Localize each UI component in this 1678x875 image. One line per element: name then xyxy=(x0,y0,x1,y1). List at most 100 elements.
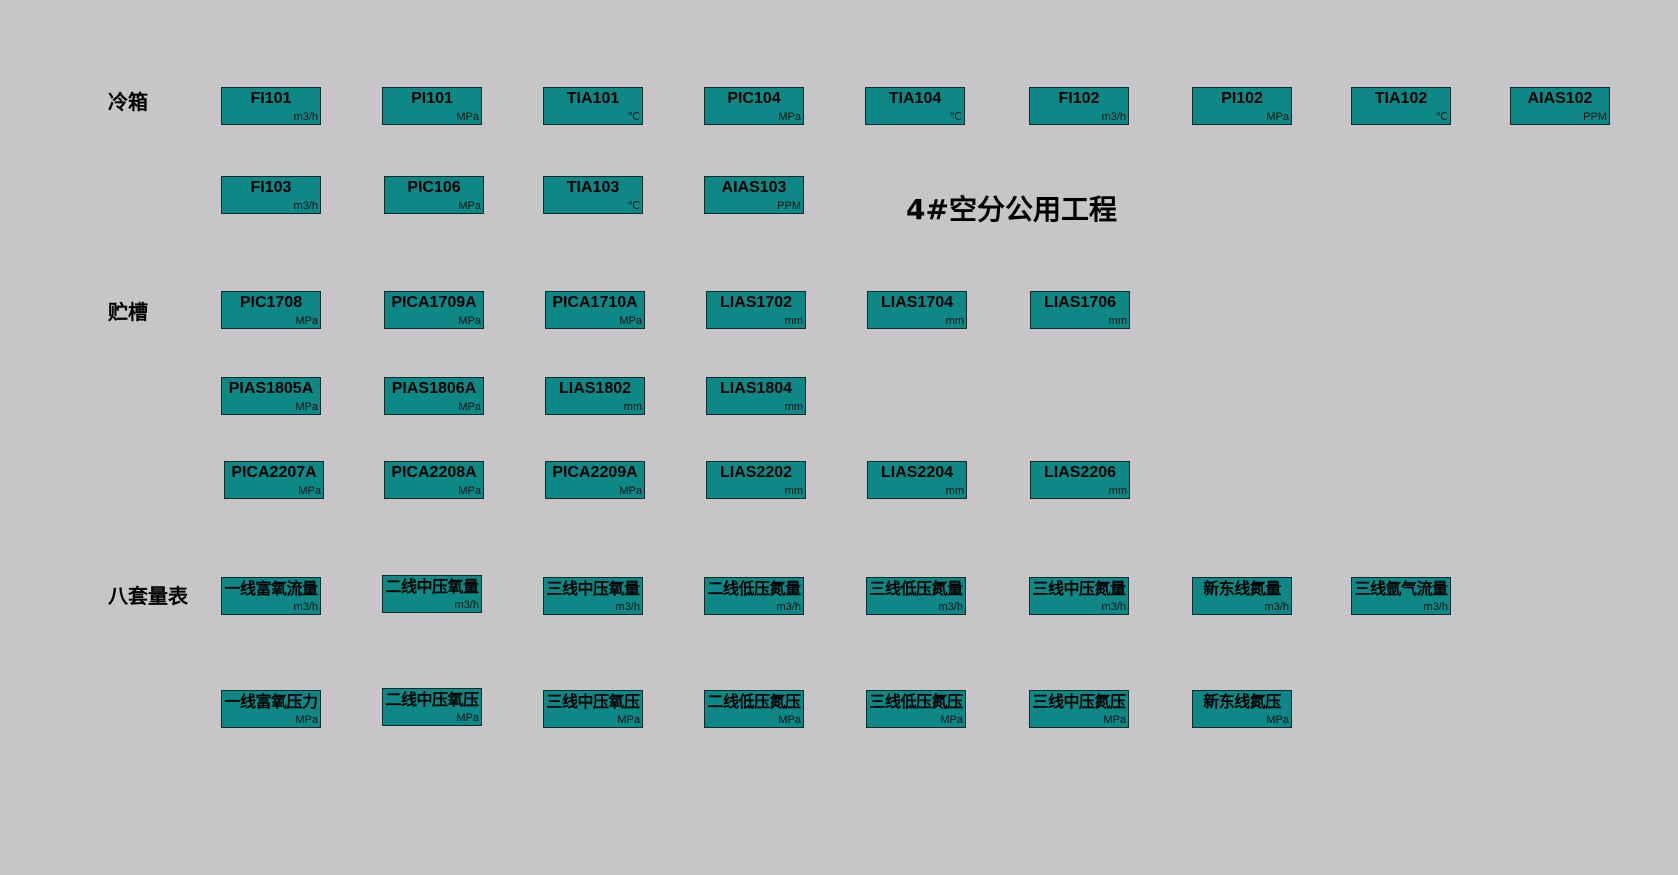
tag-unit: MPa xyxy=(458,200,481,212)
tag-press-line3-mp-nitrogen[interactable]: 三线中压氮压 MPa xyxy=(1029,690,1129,728)
tag-pias1805a[interactable]: PIAS1805A MPa xyxy=(221,377,321,415)
tag-lias2202[interactable]: LIAS2202 mm xyxy=(706,461,806,499)
tag-flow-line3-lp-nitrogen[interactable]: 三线低压氮量 m3/h xyxy=(866,577,966,615)
tag-name: LIAS1704 xyxy=(880,294,954,311)
tag-name: PI102 xyxy=(1221,90,1263,107)
tag-pica1709a[interactable]: PICA1709A MPa xyxy=(384,291,484,329)
tag-unit: m3/h xyxy=(938,601,963,613)
tag-name: PICA2208A xyxy=(391,464,477,481)
tag-unit: MPa xyxy=(617,714,640,726)
tag-pica1710a[interactable]: PICA1710A MPa xyxy=(545,291,645,329)
tag-unit: MPa xyxy=(1266,111,1289,123)
tag-name: PIC106 xyxy=(407,179,461,196)
tag-unit: m3/h xyxy=(776,601,801,613)
tag-pi102[interactable]: PI102 MPa xyxy=(1192,87,1292,125)
tag-unit: MPa xyxy=(940,714,963,726)
tag-pi101[interactable]: PI101 MPa xyxy=(382,87,482,125)
tag-tia101[interactable]: TIA101 ℃ xyxy=(543,87,643,125)
tag-unit: ℃ xyxy=(627,200,640,212)
section-label-cold-box: 冷箱 xyxy=(108,90,148,114)
tag-pica2207a[interactable]: PICA2207A MPa xyxy=(224,461,324,499)
tag-name: 二线低压氮压 xyxy=(707,692,801,711)
tag-name: PIC104 xyxy=(727,90,781,107)
tag-unit: ℃ xyxy=(1435,111,1448,123)
tag-tia104[interactable]: TIA104 ℃ xyxy=(865,87,965,125)
tag-flow-line2-lp-nitrogen[interactable]: 二线低压氮量 m3/h xyxy=(704,577,804,615)
tag-name: 三线中压氧压 xyxy=(546,692,640,711)
tag-flow-line3-mp-nitrogen[interactable]: 三线中压氮量 m3/h xyxy=(1029,577,1129,615)
tag-unit: m3/h xyxy=(1101,601,1126,613)
tag-name: 三线氩气流量 xyxy=(1354,579,1448,598)
tag-lias1702[interactable]: LIAS1702 mm xyxy=(706,291,806,329)
tag-name: TIA102 xyxy=(1374,90,1428,107)
tag-pica2208a[interactable]: PICA2208A MPa xyxy=(384,461,484,499)
tag-fi102[interactable]: FI102 m3/h xyxy=(1029,87,1129,125)
tag-name: LIAS1702 xyxy=(719,294,793,311)
tag-pic106[interactable]: PIC106 MPa xyxy=(384,176,484,214)
tag-press-xindong-nitrogen[interactable]: 新东线氮压 MPa xyxy=(1192,690,1292,728)
tag-name: LIAS2206 xyxy=(1043,464,1117,481)
tag-fi101[interactable]: FI101 m3/h xyxy=(221,87,321,125)
tag-unit: MPa xyxy=(458,485,481,497)
tag-lias1706[interactable]: LIAS1706 mm xyxy=(1030,291,1130,329)
tag-unit: MPa xyxy=(778,111,801,123)
tag-pica2209a[interactable]: PICA2209A MPa xyxy=(545,461,645,499)
tag-lias2204[interactable]: LIAS2204 mm xyxy=(867,461,967,499)
tag-unit: mm xyxy=(784,485,803,497)
tag-lias1802[interactable]: LIAS1802 mm xyxy=(545,377,645,415)
tag-name: PIC1708 xyxy=(239,294,303,311)
tag-unit: MPa xyxy=(1266,714,1289,726)
tag-unit: mm xyxy=(945,485,964,497)
tag-fi103[interactable]: FI103 m3/h xyxy=(221,176,321,214)
tag-name: PICA1709A xyxy=(391,294,477,311)
tag-press-line3-lp-nitrogen[interactable]: 三线低压氮压 MPa xyxy=(866,690,966,728)
tag-lias1804[interactable]: LIAS1804 mm xyxy=(706,377,806,415)
tag-unit: MPa xyxy=(619,485,642,497)
tag-aias103[interactable]: AIAS103 PPM xyxy=(704,176,804,214)
tag-unit: MPa xyxy=(295,714,318,726)
tag-name: TIA101 xyxy=(566,90,620,107)
tag-pias1806a[interactable]: PIAS1806A MPa xyxy=(384,377,484,415)
tag-flow-line1-rich-oxygen[interactable]: 一线富氧流量 m3/h xyxy=(221,577,321,615)
tag-unit: PPM xyxy=(777,200,801,212)
tag-unit: MPa xyxy=(778,714,801,726)
tag-lias2206[interactable]: LIAS2206 mm xyxy=(1030,461,1130,499)
tag-pic1708[interactable]: PIC1708 MPa xyxy=(221,291,321,329)
tag-name: 三线中压氧量 xyxy=(546,579,640,598)
tag-name: PIAS1806A xyxy=(391,380,477,397)
tag-name: LIAS2204 xyxy=(880,464,954,481)
tag-unit: MPa xyxy=(295,315,318,327)
tag-name: LIAS1706 xyxy=(1043,294,1117,311)
tag-unit: mm xyxy=(1108,485,1127,497)
tag-tia102[interactable]: TIA102 ℃ xyxy=(1351,87,1451,125)
tag-press-line3-mp-oxygen[interactable]: 三线中压氧压 MPa xyxy=(543,690,643,728)
tag-name: 二线中压氧压 xyxy=(385,690,479,709)
tag-press-line1-rich-oxygen[interactable]: 一线富氧压力 MPa xyxy=(221,690,321,728)
tag-pic104[interactable]: PIC104 MPa xyxy=(704,87,804,125)
tag-unit: MPa xyxy=(298,485,321,497)
tag-name: 三线低压氮压 xyxy=(869,692,963,711)
tag-press-line2-lp-nitrogen[interactable]: 二线低压氮压 MPa xyxy=(704,690,804,728)
tag-name: FI102 xyxy=(1058,90,1100,107)
tag-tia103[interactable]: TIA103 ℃ xyxy=(543,176,643,214)
tag-unit: MPa xyxy=(456,111,479,123)
tag-aias102[interactable]: AIAS102 PPM xyxy=(1510,87,1610,125)
tag-press-line2-mp-oxygen[interactable]: 二线中压氧压 MPa xyxy=(382,688,482,726)
tag-name: FI103 xyxy=(250,179,292,196)
tag-flow-line2-mp-oxygen[interactable]: 二线中压氧量 m3/h xyxy=(382,575,482,613)
tag-flow-line3-argon[interactable]: 三线氩气流量 m3/h xyxy=(1351,577,1451,615)
tag-unit: m3/h xyxy=(454,599,479,611)
section-label-storage-tank: 贮槽 xyxy=(108,300,148,324)
tag-name: PI101 xyxy=(411,90,453,107)
tag-unit: MPa xyxy=(1103,714,1126,726)
tag-flow-xindong-nitrogen[interactable]: 新东线氮量 m3/h xyxy=(1192,577,1292,615)
tag-unit: m3/h xyxy=(293,111,318,123)
tag-name: 三线中压氮量 xyxy=(1032,579,1126,598)
tag-flow-line3-mp-oxygen[interactable]: 三线中压氧量 m3/h xyxy=(543,577,643,615)
section-label-eight-meters: 八套量表 xyxy=(108,584,188,608)
tag-unit: m3/h xyxy=(1101,111,1126,123)
tag-name: 二线低压氮量 xyxy=(707,579,801,598)
tag-unit: MPa xyxy=(295,401,318,413)
tag-lias1704[interactable]: LIAS1704 mm xyxy=(867,291,967,329)
tag-name: 三线低压氮量 xyxy=(869,579,963,598)
